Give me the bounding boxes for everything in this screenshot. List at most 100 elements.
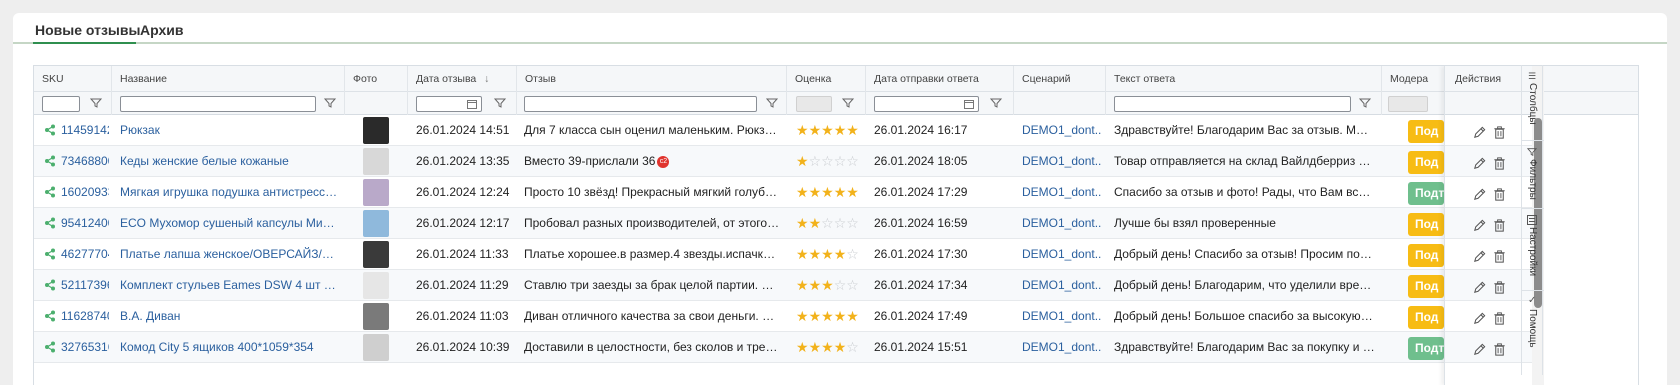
sku-link[interactable]: 11628740' <box>61 301 109 332</box>
edit-pencil-icon[interactable] <box>1472 342 1487 357</box>
table-row[interactable]: 95412400 ECO Мухомор сушеный капсулы Микр… <box>34 208 1444 239</box>
scenario-link[interactable]: DEMO1_dont... <box>1022 146 1102 177</box>
review-text[interactable]: Платье хорошее.в размер.4 звезды.испачка… <box>524 239 780 270</box>
product-name-link[interactable]: Комод City 5 ящиков 400*1059*354 <box>120 332 338 363</box>
filter-funnel-icon[interactable] <box>842 97 854 109</box>
edit-pencil-icon[interactable] <box>1472 280 1487 295</box>
sku-filter-input[interactable] <box>42 96 80 112</box>
col-header-reply-date[interactable]: Дата отправки ответа <box>865 66 1013 92</box>
reply-date-filter-input[interactable] <box>874 96 979 112</box>
share-icon[interactable] <box>44 155 56 167</box>
delete-trash-icon[interactable] <box>1492 156 1507 171</box>
scenario-link[interactable]: DEMO1_dont... <box>1022 332 1102 363</box>
moderation-button[interactable]: Под <box>1408 120 1444 143</box>
product-photo[interactable] <box>363 272 389 299</box>
col-header-reply-text[interactable]: Текст ответа <box>1105 66 1381 92</box>
filter-funnel-icon[interactable] <box>766 97 778 109</box>
reply-text[interactable]: Лучше бы взял проверенные <box>1114 208 1376 239</box>
edit-pencil-icon[interactable] <box>1472 187 1487 202</box>
side-tab-settings[interactable]: Настройки <box>1522 209 1544 291</box>
review-text[interactable]: Доставили в целостности, без сколов и тр… <box>524 332 780 363</box>
calendar-icon[interactable] <box>964 99 974 109</box>
review-filter-input[interactable] <box>524 96 757 112</box>
reply-text[interactable]: Здравствуйте! Благодарим Вас за покупку … <box>1114 332 1376 363</box>
product-name-link[interactable]: Платье лапша женское/ОВЕРСАЙЗ/Вече... <box>120 239 338 270</box>
scenario-link[interactable]: DEMO1_dont... <box>1022 270 1102 301</box>
sku-link[interactable]: 32765316 <box>61 332 109 363</box>
scenario-link[interactable]: DEMO1_dont... <box>1022 239 1102 270</box>
reply-text[interactable]: Здравствуйте! Благодарим Вас за отзыв. М… <box>1114 115 1376 146</box>
review-text[interactable]: Просто 10 звёзд! Прекрасный мягкий голуб… <box>524 177 780 208</box>
edit-pencil-icon[interactable] <box>1472 156 1487 171</box>
delete-trash-icon[interactable] <box>1492 218 1507 233</box>
table-row[interactable]: 11459142(Рюкзак 26.01.2024 14:51 Для 7 кла… <box>34 115 1444 146</box>
product-photo[interactable] <box>363 148 389 175</box>
delete-trash-icon[interactable] <box>1492 249 1507 264</box>
product-name-link[interactable]: Кеды женские белые кожаные <box>120 146 338 177</box>
table-row[interactable]: 52117396 Комплект стульев Eames DSW 4 шт … <box>34 270 1444 301</box>
reply-text[interactable]: Спасибо за отзыв и фото! Рады, что Вам в… <box>1114 177 1376 208</box>
moderation-button[interactable]: Под <box>1408 213 1444 236</box>
tab-new-reviews[interactable]: Новые отзывы <box>35 22 140 38</box>
reply-text[interactable]: Добрый день! Спасибо за отзыв! Просим по… <box>1114 239 1376 270</box>
product-name-link[interactable]: В.А. Диван <box>120 301 338 332</box>
sku-link[interactable]: 52117396 <box>61 270 109 301</box>
col-header-review[interactable]: Отзыв <box>516 66 786 92</box>
product-photo[interactable] <box>363 334 389 361</box>
moderation-button[interactable]: Подт <box>1408 182 1444 205</box>
review-text[interactable]: Диван отличного качества за свои деньги.… <box>524 301 780 332</box>
reply-text[interactable]: Товар отправляется на склад Вайлдберриз … <box>1114 146 1376 177</box>
share-icon[interactable] <box>44 186 56 198</box>
sku-link[interactable]: 46277704 <box>61 239 109 270</box>
side-tab-filters[interactable]: Фильтры <box>1522 141 1544 209</box>
edit-pencil-icon[interactable] <box>1472 218 1487 233</box>
reply-text[interactable]: Добрый день! Благодарим, что уделили вре… <box>1114 270 1376 301</box>
scenario-link[interactable]: DEMO1_dont... <box>1022 115 1102 146</box>
sku-link[interactable]: 95412400 <box>61 208 109 239</box>
delete-trash-icon[interactable] <box>1492 187 1507 202</box>
side-tab-columns[interactable]: ☰ Столбцы <box>1522 65 1544 141</box>
table-row[interactable]: 73468800 Кеды женские белые кожаные 26.01.… <box>34 146 1444 177</box>
side-tab-help[interactable]: ✓ Помощь <box>1522 291 1544 375</box>
product-photo[interactable] <box>363 241 389 268</box>
moderation-filter-input[interactable] <box>1388 96 1428 112</box>
edit-pencil-icon[interactable] <box>1472 311 1487 326</box>
product-photo[interactable] <box>363 117 389 144</box>
name-filter-input[interactable] <box>120 96 316 112</box>
sku-link[interactable]: 16020933 <box>61 177 109 208</box>
share-icon[interactable] <box>44 341 56 353</box>
product-photo[interactable] <box>363 303 389 330</box>
col-header-review-date[interactable]: Дата отзыва ↓ <box>407 66 516 92</box>
table-row[interactable]: 11628740' В.А. Диван 26.01.2024 11:03 Диван… <box>34 301 1444 332</box>
delete-trash-icon[interactable] <box>1492 280 1507 295</box>
filter-funnel-icon[interactable] <box>990 97 1002 109</box>
share-icon[interactable] <box>44 124 56 136</box>
scenario-link[interactable]: DEMO1_dont... <box>1022 301 1102 332</box>
moderation-button[interactable]: Под <box>1408 306 1444 329</box>
filter-funnel-icon[interactable] <box>90 97 102 109</box>
filter-funnel-icon[interactable] <box>1359 97 1371 109</box>
col-header-scenario[interactable]: Сценарий <box>1013 66 1105 92</box>
tab-archive[interactable]: Архив <box>140 22 183 38</box>
share-icon[interactable] <box>44 279 56 291</box>
col-header-sku[interactable]: SKU <box>34 66 111 92</box>
review-text[interactable]: Пробовал разных производителей, от этого… <box>524 208 780 239</box>
product-photo[interactable] <box>363 210 389 237</box>
moderation-button[interactable]: Подт <box>1408 337 1444 360</box>
rating-filter-input[interactable] <box>796 96 832 112</box>
filter-funnel-icon[interactable] <box>324 97 336 109</box>
sku-link[interactable]: 11459142( <box>61 115 109 146</box>
scenario-link[interactable]: DEMO1_dont... <box>1022 208 1102 239</box>
review-text[interactable]: Ставлю три заезды за брак целой партии. … <box>524 270 780 301</box>
moderation-button[interactable]: Под <box>1408 275 1444 298</box>
reply-text-filter-input[interactable] <box>1114 96 1351 112</box>
review-text[interactable]: Вместо 39-прислали 36 c2 <box>524 146 780 177</box>
share-icon[interactable] <box>44 310 56 322</box>
table-row[interactable]: 32765316 Комод City 5 ящиков 400*1059*354… <box>34 332 1444 363</box>
table-row[interactable]: 46277704 Платье лапша женское/ОВЕРСАЙЗ/Ве… <box>34 239 1444 270</box>
col-header-photo[interactable]: Фото <box>344 66 407 92</box>
delete-trash-icon[interactable] <box>1492 311 1507 326</box>
moderation-button[interactable]: Под <box>1408 151 1444 174</box>
table-row[interactable]: 16020933 Мягкая игрушка подушка антистрес… <box>34 177 1444 208</box>
product-name-link[interactable]: Мягкая игрушка подушка антистресс / п... <box>120 177 338 208</box>
